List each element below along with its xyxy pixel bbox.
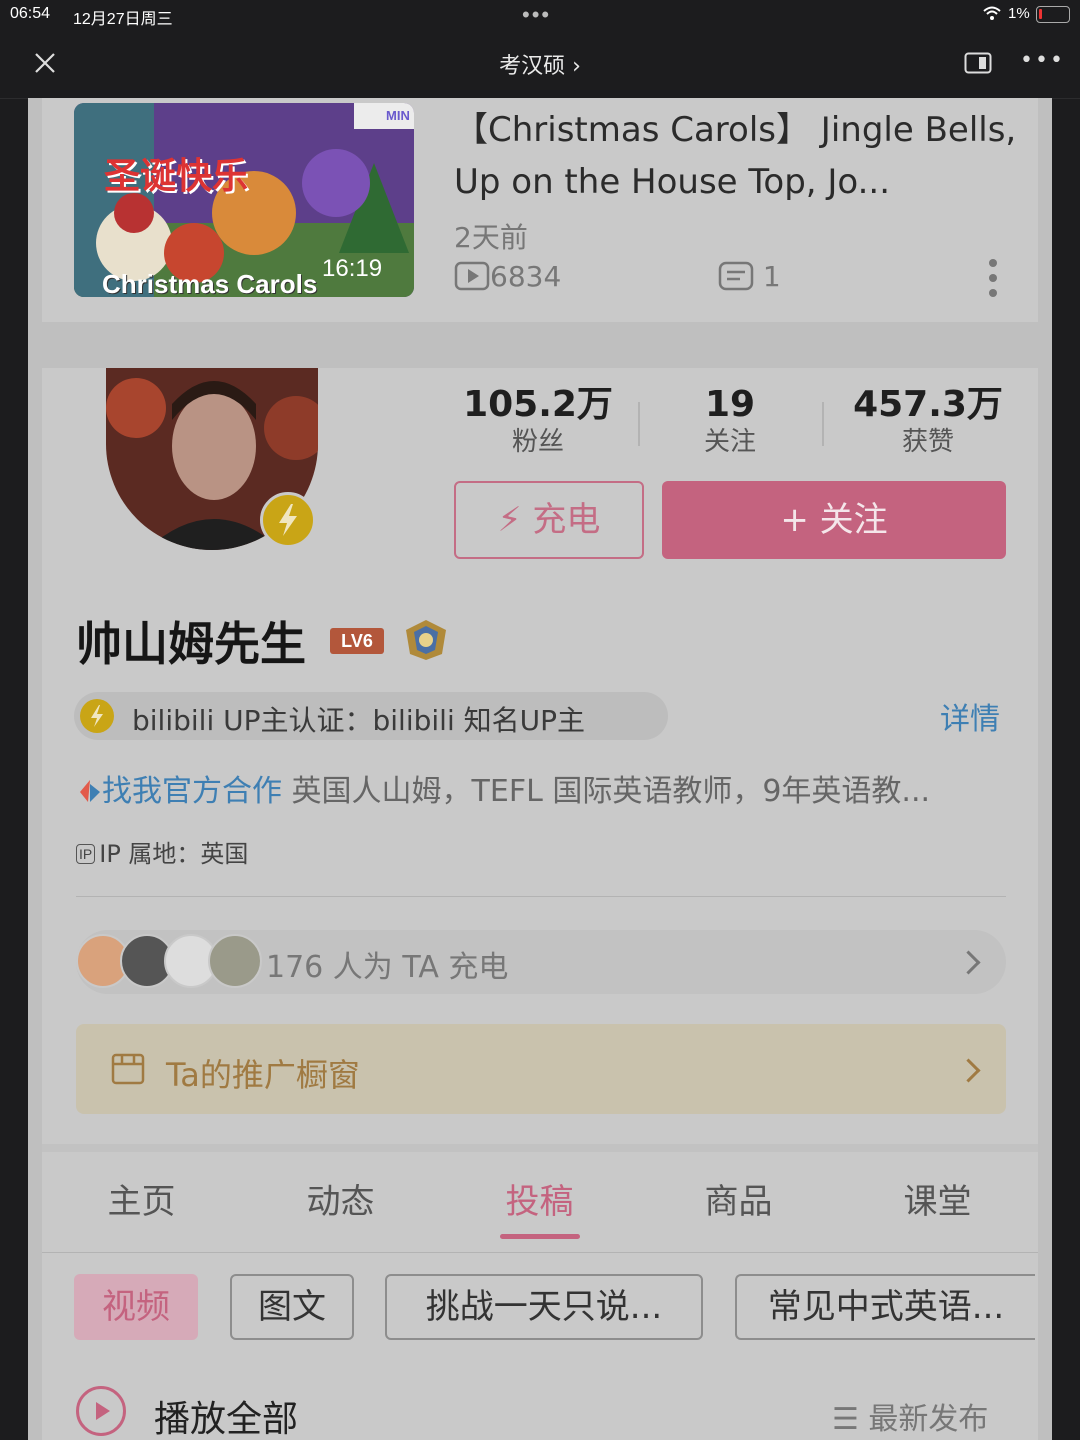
stat-followers[interactable]: 105.2万 粉丝 xyxy=(450,384,626,458)
battery-icon xyxy=(1036,6,1070,23)
showcase-label: Ta的推广橱窗 xyxy=(166,1056,360,1094)
video-plays: 6834 xyxy=(454,260,561,293)
chip-collection-1[interactable]: 挑战一天只说... xyxy=(385,1274,703,1340)
stat-value: 457.3万 xyxy=(853,384,1003,425)
level-badge: LV6 xyxy=(330,628,384,654)
tab-classroom[interactable]: 课堂 xyxy=(838,1174,1037,1223)
split-view-icon[interactable] xyxy=(964,52,992,74)
divider xyxy=(42,1252,1038,1253)
bio[interactable]: 找我官方合作 英国人山姆，TEFL 国际英语教师，9年英语教... xyxy=(76,766,1006,810)
tab-home[interactable]: 主页 xyxy=(42,1174,241,1223)
user-name: 帅山姆先生 xyxy=(76,617,306,671)
nav-header: 考汉硕 › ••• xyxy=(0,30,1080,99)
tab-uploads[interactable]: 投稿 xyxy=(440,1174,639,1223)
certified-icon xyxy=(80,699,114,733)
certification-text: bilibili UP主认证：bilibili 知名UP主 xyxy=(132,704,586,737)
charger-avatar xyxy=(208,934,262,988)
medal-icon[interactable] xyxy=(402,618,450,662)
comment-count: 1 xyxy=(762,260,781,293)
battery-percent: 1% xyxy=(1008,5,1030,22)
thumbnail-caption: Christmas Carols xyxy=(102,269,318,297)
section-separator xyxy=(42,1144,1038,1152)
multitask-dots[interactable]: ••• xyxy=(522,2,551,28)
stat-label: 关注 xyxy=(703,427,756,457)
status-time: 06:54 xyxy=(10,5,51,22)
chip-articles[interactable]: 图文 xyxy=(230,1274,354,1340)
chargers-row[interactable]: 176 人为 TA 充电 xyxy=(76,930,1006,994)
collab-link[interactable]: 找我官方合作 xyxy=(102,774,282,809)
stat-label: 获赞 xyxy=(901,427,954,457)
stat-value: 105.2万 xyxy=(463,384,613,425)
tab-dynamics[interactable]: 动态 xyxy=(241,1174,440,1223)
follow-button[interactable]: + 关注 xyxy=(662,481,1006,559)
thumbnail-title: 圣诞快乐 xyxy=(104,156,249,197)
video-item[interactable]: 圣诞快乐 Christmas Carols MIN 16:19 【Christm… xyxy=(42,98,1038,322)
comment-icon xyxy=(718,261,754,291)
certification-badge: bilibili UP主认证：bilibili 知名UP主 xyxy=(74,692,668,740)
chevron-right-icon xyxy=(956,950,981,975)
status-date: 12月27日周三 xyxy=(73,11,173,28)
promo-showcase[interactable]: Ta的推广橱窗 xyxy=(76,1024,1006,1114)
stat-divider xyxy=(638,402,640,446)
video-title[interactable]: 【Christmas Carols】 Jingle Bells, Up on t… xyxy=(454,104,1024,208)
stat-following[interactable]: 19 关注 xyxy=(672,384,788,458)
ip-tag-icon: IP xyxy=(76,844,96,864)
charge-badge-icon xyxy=(260,492,316,548)
bio-text: 英国人山姆，TEFL 国际英语教师，9年英语教... xyxy=(282,774,931,809)
thumbnail-tag: MIN xyxy=(386,108,410,123)
profile-page: 圣诞快乐 Christmas Carols MIN 16:19 【Christm… xyxy=(28,98,1052,1440)
play-count: 6834 xyxy=(490,260,562,293)
divider xyxy=(76,896,1006,897)
stat-label: 粉丝 xyxy=(511,427,564,457)
active-tab-indicator xyxy=(500,1234,580,1239)
stat-likes[interactable]: 457.3万 获赞 xyxy=(846,384,1010,458)
page-title[interactable]: 考汉硕 › xyxy=(0,48,1080,80)
charge-button[interactable]: ⚡ 充电 xyxy=(454,481,644,559)
tab-goods[interactable]: 商品 xyxy=(639,1174,838,1223)
stat-divider xyxy=(822,402,824,446)
ip-location: IP IP 属地：英国 xyxy=(76,834,248,869)
details-link[interactable]: 详情 xyxy=(940,694,1000,738)
profile-card: 105.2万 粉丝 19 关注 457.3万 获赞 ⚡ 充电 + 关注 帅山姆先… xyxy=(42,368,1038,1440)
video-more-icon[interactable] xyxy=(988,258,998,298)
chip-collection-2[interactable]: 常见中式英语... xyxy=(735,1274,1035,1340)
sort-selector[interactable]: ☰ 最新发布 xyxy=(832,1394,988,1438)
video-posted-time: 2天前 xyxy=(454,221,528,254)
video-duration: 16:19 xyxy=(322,255,383,282)
chevron-right-icon xyxy=(956,1058,981,1083)
more-icon[interactable]: ••• xyxy=(1020,48,1065,73)
chargers-text: 176 人为 TA 充电 xyxy=(266,950,509,985)
play-count-icon xyxy=(454,261,490,291)
wifi-icon xyxy=(983,6,1001,20)
chip-videos[interactable]: 视频 xyxy=(74,1274,198,1340)
collab-icon xyxy=(80,780,100,802)
ip-text: IP 属地：英国 xyxy=(99,840,249,868)
storefront-icon xyxy=(111,1053,145,1085)
video-thumbnail[interactable]: 圣诞快乐 Christmas Carols MIN 16:19 xyxy=(74,103,414,297)
status-bar: 06:54 12月27日周三 ••• 1% xyxy=(0,0,1080,30)
play-all-label[interactable]: 播放全部 xyxy=(154,1390,298,1440)
stat-value: 19 xyxy=(704,384,756,425)
video-comments: 1 xyxy=(718,260,781,293)
play-all-icon[interactable] xyxy=(76,1386,126,1436)
